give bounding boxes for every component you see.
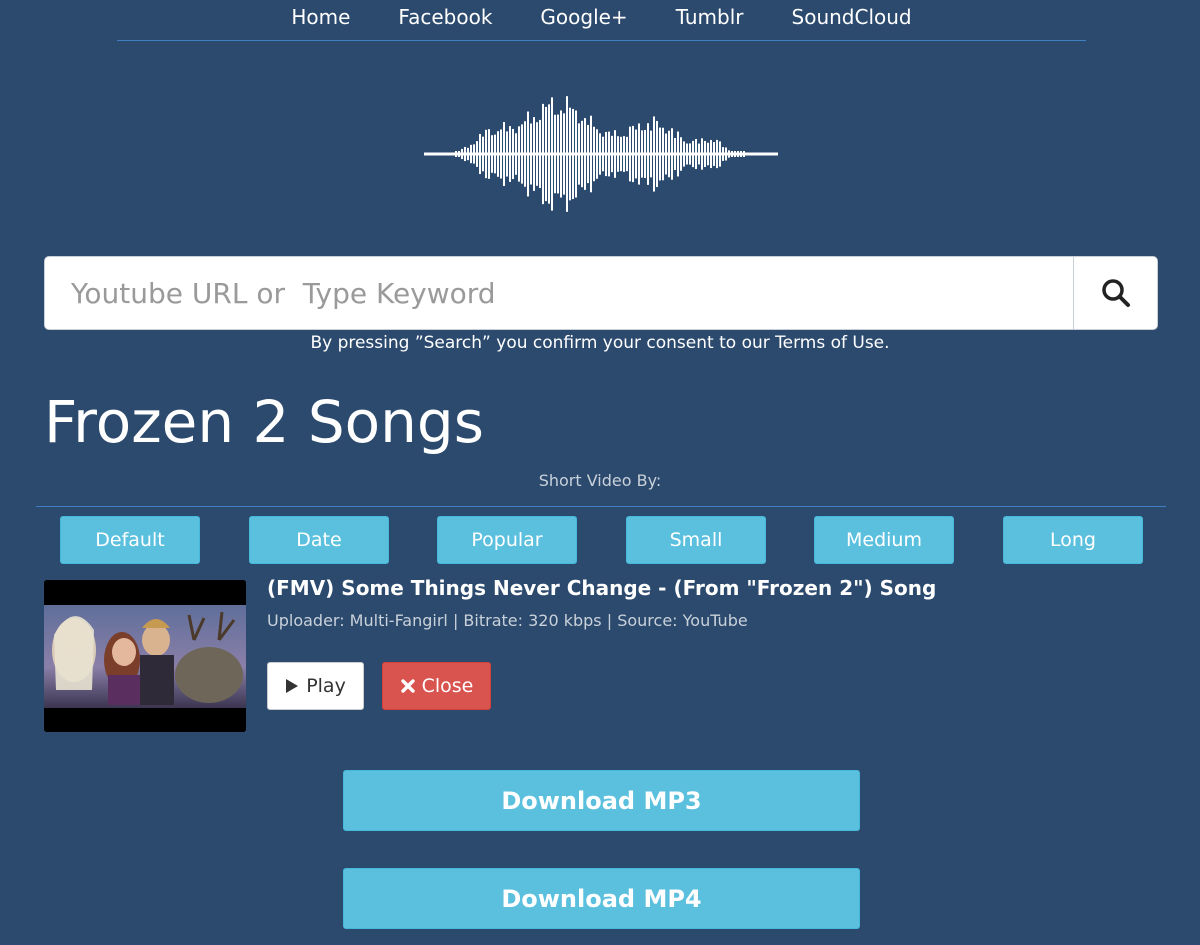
page-title: Frozen 2 Songs [44, 388, 484, 456]
thumbnail-image [44, 580, 246, 732]
sort-divider [36, 506, 1166, 507]
close-button[interactable]: Close [382, 662, 491, 710]
terms-consent-text: By pressing ”Search” you confirm your co… [310, 333, 890, 353]
search-icon [1101, 279, 1130, 307]
sort-small-button[interactable]: Small [626, 516, 766, 564]
download-mp3-button[interactable]: Download MP3 [343, 770, 860, 831]
sort-long-button[interactable]: Long [1003, 516, 1143, 564]
sort-date-button[interactable]: Date [249, 516, 389, 564]
search-button[interactable] [1073, 257, 1157, 329]
close-label: Close [421, 675, 474, 697]
video-thumbnail[interactable] [44, 580, 246, 732]
search-input[interactable] [45, 257, 1073, 329]
soundwave-icon [424, 96, 778, 212]
nav-google-plus[interactable]: Google+ [516, 0, 651, 29]
nav-tumblr[interactable]: Tumblr [652, 0, 768, 29]
play-button[interactable]: Play [267, 662, 364, 710]
search-bar [44, 256, 1158, 330]
video-title[interactable]: (FMV) Some Things Never Change - (From "… [267, 576, 936, 600]
video-meta: Uploader: Multi-Fangirl | Bitrate: 320 k… [267, 611, 748, 630]
nav-home[interactable]: Home [267, 0, 374, 29]
sort-label: Short Video By: [538, 471, 662, 490]
top-nav: Home Facebook Google+ Tumblr SoundCloud [117, 0, 1086, 41]
download-mp4-button[interactable]: Download MP4 [343, 868, 860, 929]
sort-popular-button[interactable]: Popular [437, 516, 577, 564]
sort-medium-button[interactable]: Medium [814, 516, 954, 564]
sort-default-button[interactable]: Default [60, 516, 200, 564]
play-icon [286, 679, 299, 693]
nav-soundcloud[interactable]: SoundCloud [768, 0, 936, 29]
close-icon [400, 679, 415, 693]
nav-facebook[interactable]: Facebook [374, 0, 516, 29]
play-label: Play [306, 675, 346, 697]
